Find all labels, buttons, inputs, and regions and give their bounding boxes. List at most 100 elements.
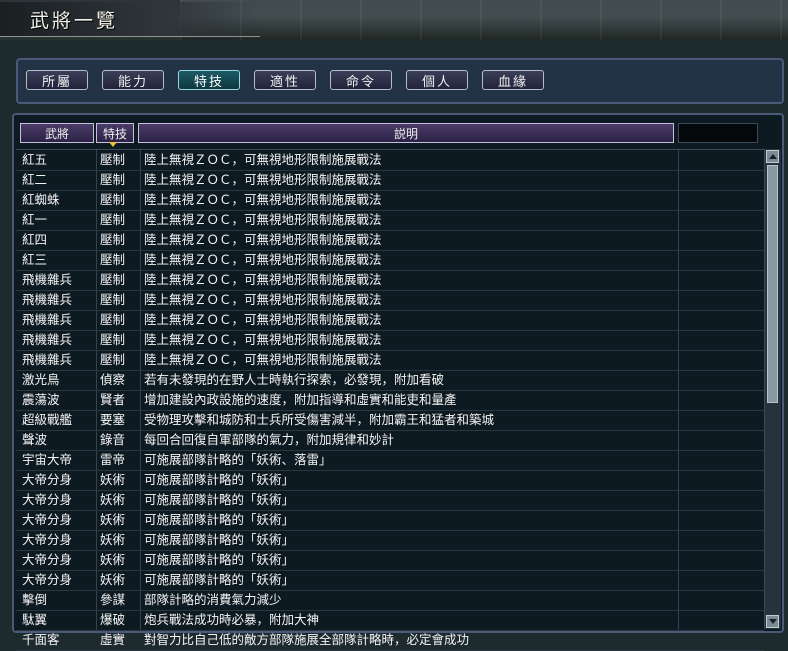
skill-cell: 虛實	[100, 632, 126, 647]
description-cell: 部隊計略的消費氣力減少	[144, 592, 282, 607]
column-header-skill[interactable]: 特技	[96, 123, 134, 147]
skill-cell: 妖術	[100, 512, 126, 527]
description-cell: 陸上無視ＺＯＣ，可無視地形限制施展戰法	[144, 152, 382, 167]
vertical-scrollbar[interactable]	[764, 149, 781, 629]
table-row[interactable]: 紅一 壓制 陸上無視ＺＯＣ，可無視地形限制施展戰法	[16, 210, 764, 231]
skill-cell: 壓制	[100, 332, 126, 347]
table-row[interactable]: 大帝分身 妖術 可施展部隊計略的「妖術」	[16, 490, 764, 511]
skill-cell: 參謀	[100, 592, 126, 607]
table-row[interactable]: 飛機雜兵 壓制 陸上無視ＺＯＣ，可無視地形限制施展戰法	[16, 350, 764, 371]
table-row[interactable]: 飛機雜兵 壓制 陸上無視ＺＯＣ，可無視地形限制施展戰法	[16, 330, 764, 351]
skill-cell: 妖術	[100, 472, 126, 487]
skill-cell: 壓制	[100, 292, 126, 307]
title-bar: 武將一覽	[0, 0, 788, 40]
description-cell: 陸上無視ＺＯＣ，可無視地形限制施展戰法	[144, 272, 382, 287]
description-cell: 陸上無視ＺＯＣ，可無視地形限制施展戰法	[144, 292, 382, 307]
officer-name-cell: 大帝分身	[22, 532, 73, 547]
officer-name-cell: 紅一	[22, 212, 48, 227]
skill-cell: 壓制	[100, 172, 126, 187]
skill-cell: 偵察	[100, 372, 126, 387]
table-row[interactable]: 飛機雜兵 壓制 陸上無視ＺＯＣ，可無視地形限制施展戰法	[16, 270, 764, 291]
column-header-skill-label: 特技	[102, 126, 127, 141]
officer-name-cell: 震蕩波	[22, 392, 60, 407]
table-row[interactable]: 擊倒 參謀 部隊計略的消費氣力減少	[16, 590, 764, 611]
description-cell: 對智力比自己低的敵方部隊施展全部隊計略時，必定會成功	[144, 632, 470, 647]
scrollbar-thumb[interactable]	[767, 165, 778, 403]
table-row[interactable]: 大帝分身 妖術 可施展部隊計略的「妖術」	[16, 470, 764, 491]
tab-command[interactable]: 命令	[330, 70, 392, 90]
officer-name-cell: 聲波	[22, 432, 48, 447]
officer-name-cell: 紅五	[22, 152, 48, 167]
officer-name-cell: 大帝分身	[22, 472, 73, 487]
arrow-up-icon	[768, 154, 777, 159]
skill-cell: 壓制	[100, 252, 126, 267]
table-row[interactable]: 激光鳥 偵察 若有未發現的在野人士時執行探索，必發現，附加看破	[16, 370, 764, 391]
skill-cell: 妖術	[100, 532, 126, 547]
description-cell: 可施展部隊計略的「妖術」	[144, 552, 295, 567]
table-row[interactable]: 千面客 虛實 對智力比自己低的敵方部隊施展全部隊計略時，必定會成功	[16, 630, 764, 651]
table-row[interactable]: 大帝分身 妖術 可施展部隊計略的「妖術」	[16, 570, 764, 591]
description-cell: 可施展部隊計略的「妖術」	[144, 492, 295, 507]
table-row[interactable]: 飛機雜兵 壓制 陸上無視ＺＯＣ，可無視地形限制施展戰法	[16, 310, 764, 331]
title-bar-decoration	[180, 0, 788, 40]
officer-name-cell: 飛機雜兵	[22, 352, 73, 367]
skill-cell: 壓制	[100, 212, 126, 227]
skill-cell: 雷帝	[100, 452, 126, 467]
table-row[interactable]: 超級戰艦 要塞 受物理攻擊和城防和士兵所受傷害減半，附加霸王和猛者和築城	[16, 410, 764, 431]
skill-cell: 賢者	[100, 392, 126, 407]
officer-name-cell: 宇宙大帝	[22, 452, 73, 467]
table-row[interactable]: 飛機雜兵 壓制 陸上無視ＺＯＣ，可無視地形限制施展戰法	[16, 290, 764, 311]
description-cell: 若有未發現的在野人士時執行探索，必發現，附加看破	[144, 372, 445, 387]
scroll-down-button[interactable]	[766, 615, 779, 628]
table-row[interactable]: 大帝分身 妖術 可施展部隊計略的「妖術」	[16, 550, 764, 571]
table-row[interactable]: 駄翼 爆破 炮兵戰法成功時必暴，附加大神	[16, 610, 764, 631]
description-cell: 受物理攻擊和城防和士兵所受傷害減半，附加霸王和猛者和築城	[144, 412, 495, 427]
tab-affiliation[interactable]: 所屬	[26, 70, 88, 90]
skill-cell: 爆破	[100, 612, 126, 627]
table-row[interactable]: 紅蜘蛛 壓制 陸上無視ＺＯＣ，可無視地形限制施展戰法	[16, 190, 764, 211]
table-row[interactable]: 聲波 錄音 每回合回復自軍部隊的氣力，附加規律和妙計	[16, 430, 764, 451]
officer-name-cell: 大帝分身	[22, 552, 73, 567]
table-row[interactable]: 紅四 壓制 陸上無視ＺＯＣ，可無視地形限制施展戰法	[16, 230, 764, 251]
officer-name-cell: 駄翼	[22, 612, 48, 627]
officer-name-cell: 飛機雜兵	[22, 332, 73, 347]
skill-cell: 錄音	[100, 432, 126, 447]
table-row[interactable]: 宇宙大帝 雷帝 可施展部隊計略的「妖術、落雷」	[16, 450, 764, 471]
skill-cell: 壓制	[100, 152, 126, 167]
officer-name-cell: 大帝分身	[22, 512, 73, 527]
column-header-name[interactable]: 武將	[20, 123, 94, 143]
description-cell: 陸上無視ＺＯＣ，可無視地形限制施展戰法	[144, 212, 382, 227]
column-header-description[interactable]: 説明	[138, 123, 674, 143]
officer-name-cell: 激光鳥	[22, 372, 60, 387]
tab-aptitude[interactable]: 適性	[254, 70, 316, 90]
skill-cell: 妖術	[100, 572, 126, 587]
description-cell: 陸上無視ＺＯＣ，可無視地形限制施展戰法	[144, 252, 382, 267]
description-cell: 陸上無視ＺＯＣ，可無視地形限制施展戰法	[144, 232, 382, 247]
tab-bar: 所屬 能力 特技 適性 命令 個人 血緣	[16, 58, 784, 104]
description-cell: 炮兵戰法成功時必暴，附加大神	[144, 612, 320, 627]
scroll-up-button[interactable]	[766, 150, 779, 163]
tab-personal[interactable]: 個人	[406, 70, 468, 90]
officer-name-cell: 大帝分身	[22, 572, 73, 587]
skill-cell: 妖術	[100, 552, 126, 567]
skill-cell: 妖術	[100, 492, 126, 507]
table-row[interactable]: 大帝分身 妖術 可施展部隊計略的「妖術」	[16, 510, 764, 531]
table-row[interactable]: 紅五 壓制 陸上無視ＺＯＣ，可無視地形限制施展戰法	[16, 150, 764, 171]
officer-name-cell: 飛機雜兵	[22, 312, 73, 327]
description-cell: 可施展部隊計略的「妖術」	[144, 472, 295, 487]
skill-cell: 壓制	[100, 312, 126, 327]
skill-cell: 壓制	[100, 192, 126, 207]
table-row[interactable]: 大帝分身 妖術 可施展部隊計略的「妖術」	[16, 530, 764, 551]
description-cell: 可施展部隊計略的「妖術」	[144, 532, 295, 547]
tab-bloodline[interactable]: 血緣	[482, 70, 544, 90]
table-row[interactable]: 震蕩波 賢者 增加建設內政設施的速度，附加指導和虛實和能吏和量產	[16, 390, 764, 411]
table-row[interactable]: 紅三 壓制 陸上無視ＺＯＣ，可無視地形限制施展戰法	[16, 250, 764, 271]
description-cell: 陸上無視ＺＯＣ，可無視地形限制施展戰法	[144, 192, 382, 207]
officer-name-cell: 紅蜘蛛	[22, 192, 60, 207]
officer-name-cell: 紅二	[22, 172, 48, 187]
tab-ability[interactable]: 能力	[102, 70, 164, 90]
officer-name-cell: 大帝分身	[22, 492, 73, 507]
officer-name-cell: 飛機雜兵	[22, 292, 73, 307]
tab-skill[interactable]: 特技	[178, 70, 240, 90]
table-row[interactable]: 紅二 壓制 陸上無視ＺＯＣ，可無視地形限制施展戰法	[16, 170, 764, 191]
